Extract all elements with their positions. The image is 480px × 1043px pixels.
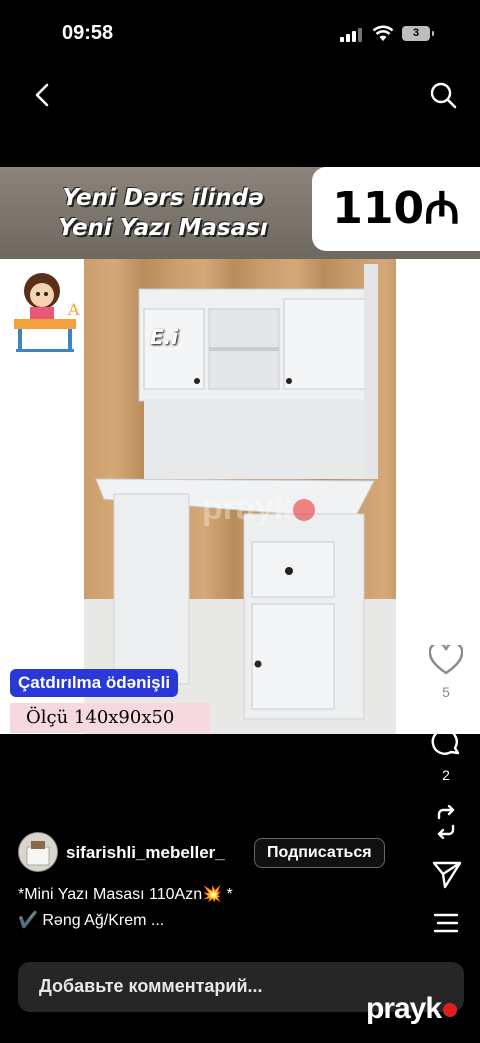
caption-line-2[interactable]: ✔️ Rəng Ağ/Krem ... [18, 910, 164, 930]
price-tag: 110₼ [312, 167, 480, 251]
caption-line-1: *Mini Yazı Masası 110Azn💥 * [18, 886, 233, 903]
share-send-icon[interactable] [426, 860, 466, 890]
subscribe-button[interactable]: Подписаться [254, 838, 385, 868]
back-chevron-icon[interactable] [28, 80, 58, 110]
desk-photo: prayk [84, 259, 396, 734]
more-menu-icon[interactable] [426, 912, 466, 934]
comment-count: 2 [442, 767, 450, 783]
search-icon[interactable] [428, 80, 458, 110]
post-banner: Yeni Dərs ilində Yeni Yazı Masası 110₼ [0, 167, 480, 259]
like-count: 5 [442, 684, 450, 700]
username[interactable]: sifarishli_mebeller_ [66, 843, 225, 863]
heart-icon[interactable] [428, 642, 464, 675]
battery-icon: 3 [402, 26, 434, 41]
comment-bubble-icon[interactable] [430, 726, 462, 758]
avatar[interactable] [18, 832, 58, 872]
post-image[interactable]: Yeni Dərs ilində Yeni Yazı Masası 110₼ A [0, 167, 480, 734]
comment-action[interactable]: 2 [426, 726, 466, 783]
avatar-image [19, 833, 57, 871]
brand-mark: E.i [150, 325, 179, 349]
status-time: 09:58 [62, 22, 114, 44]
banner-line-1: Yeni Dərs ilində [62, 185, 264, 211]
delivery-badge: Çatdırılma ödənişli [10, 669, 179, 697]
cellular-signal-icon [340, 28, 362, 42]
comment-placeholder: Добавьте комментарий... [39, 976, 263, 996]
wifi-icon [372, 25, 394, 41]
banner-line-2: Yeni Yazı Masası [58, 215, 268, 241]
watermark-logo: prayk [366, 992, 458, 1026]
status-bar: 09:58 3 [0, 0, 480, 70]
like-action[interactable]: 5 [426, 642, 466, 700]
size-label: Ölçü 140x90x50 [10, 703, 210, 733]
photo-watermark: prayk [202, 489, 315, 528]
svg-text:A: A [67, 300, 80, 319]
student-desk-clipart-icon: A [14, 273, 80, 352]
banner-title: Yeni Dərs ilində Yeni Yazı Masası [18, 183, 308, 243]
repost-icon[interactable] [426, 805, 466, 839]
